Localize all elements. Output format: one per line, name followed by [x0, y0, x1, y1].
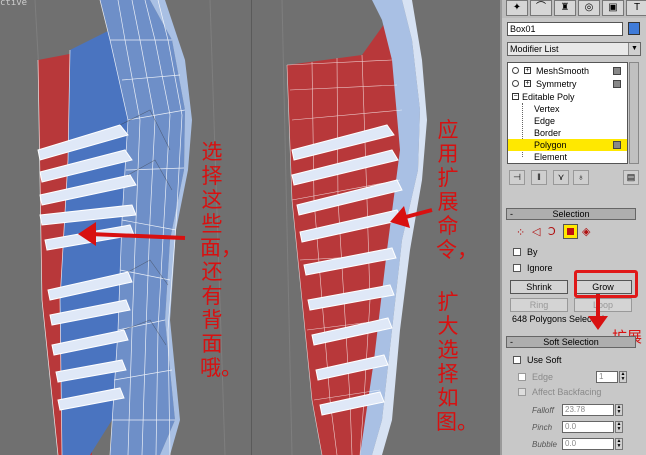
stack-item-meshsmooth[interactable]: + MeshSmooth: [508, 65, 627, 77]
viewport-left[interactable]: ctive 选择这些面，还有背面哦。: [0, 0, 252, 455]
use-soft-selection-checkbox[interactable]: [513, 356, 521, 364]
command-panel: ✦ ⌒ ♜ ◎ ▣ T Box01 Modifier List ▼ + Mesh…: [500, 0, 646, 455]
expand-icon[interactable]: +: [524, 67, 531, 74]
configure-modifier-sets-icon[interactable]: ▤: [623, 170, 639, 185]
utilities-tab-icon[interactable]: T: [626, 0, 646, 16]
edge-select-icon[interactable]: ◁: [532, 225, 540, 238]
annotation-apply-grow: 应用扩展命令，: [436, 118, 478, 262]
stack-item-polygon[interactable]: Polygon: [508, 139, 627, 151]
ignore-label: Ignore: [527, 263, 553, 273]
by-vertex-checkbox[interactable]: [513, 248, 521, 256]
mesh-right: [281, 0, 433, 455]
edge-distance-spinner[interactable]: 1: [596, 371, 618, 383]
hierarchy-tab-icon[interactable]: ♜: [554, 0, 576, 16]
falloff-spinner[interactable]: 23.78: [562, 404, 614, 416]
edge-distance-label: Edge: [532, 372, 554, 382]
stack-toolbar: ⊣ ‖ ⋎ ♁ ▤: [507, 170, 641, 186]
show-end-result-icon: [613, 67, 621, 75]
stack-item-edge[interactable]: Edge: [508, 115, 627, 127]
polygon-select-icon[interactable]: [563, 224, 578, 239]
make-unique-icon[interactable]: ⋎: [553, 170, 569, 185]
stack-scrollbar[interactable]: [629, 62, 639, 164]
affect-backfacing-label: Affect Backfacing: [532, 387, 602, 397]
expand-icon[interactable]: +: [524, 80, 531, 87]
spinner-arrows-icon[interactable]: ▲ ▼: [615, 421, 623, 433]
shrink-button[interactable]: Shrink: [510, 280, 568, 294]
falloff-label: Falloff: [532, 406, 554, 415]
stack-item-border[interactable]: Border: [508, 127, 627, 139]
border-select-icon[interactable]: Ↄ: [548, 225, 556, 238]
ignore-backfacing-checkbox[interactable]: [513, 264, 521, 272]
show-end-result-icon: [613, 80, 621, 88]
object-name-field[interactable]: Box01: [507, 22, 623, 36]
affect-backfacing-checkbox[interactable]: [518, 388, 526, 396]
arrow-down-annotation: [588, 294, 608, 330]
spinner-arrows-icon[interactable]: ▲ ▼: [615, 404, 623, 416]
annotation-expand-selection: 扩大选择如图。: [436, 290, 478, 434]
bubble-label: Bubble: [532, 440, 557, 449]
stack-item-vertex[interactable]: Vertex: [508, 103, 627, 115]
motion-tab-icon[interactable]: ◎: [578, 0, 600, 16]
chevron-down-icon: ▼: [628, 43, 640, 55]
stack-item-editable-poly[interactable]: − Editable Poly: [508, 91, 627, 103]
show-end-result-icon: [613, 141, 621, 149]
edge-distance-checkbox[interactable]: [518, 373, 526, 381]
lightbulb-icon[interactable]: [512, 67, 519, 74]
modifier-stack[interactable]: + MeshSmooth + Symmetry − Editable Poly …: [507, 62, 628, 164]
by-label: By: [527, 247, 538, 257]
spinner-arrows-icon[interactable]: ▲ ▼: [619, 371, 627, 383]
ring-button[interactable]: Ring: [510, 298, 568, 312]
pinch-spinner[interactable]: 0.0: [562, 421, 614, 433]
lightbulb-icon[interactable]: [512, 80, 519, 87]
pin-stack-icon[interactable]: ⊣: [509, 170, 525, 185]
viewport-right[interactable]: 应用扩展命令， 扩大选择如图。: [252, 0, 500, 455]
show-end-result-toggle-icon[interactable]: ‖: [531, 170, 547, 185]
modifier-list-dropdown[interactable]: Modifier List ▼: [507, 42, 641, 56]
remove-modifier-icon[interactable]: ♁: [573, 170, 589, 185]
annotation-select-faces: 选择这些面，还有背面哦。: [200, 140, 242, 380]
create-tab-icon[interactable]: ✦: [506, 0, 528, 16]
display-tab-icon[interactable]: ▣: [602, 0, 624, 16]
vertex-select-icon[interactable]: ⁘: [516, 226, 525, 239]
subobject-selection-icons: ⁘ ◁ Ↄ ◈: [516, 224, 616, 242]
object-color-swatch[interactable]: [628, 22, 640, 35]
pinch-label: Pinch: [532, 423, 553, 432]
soft-selection-rollout-header[interactable]: - Soft Selection: [506, 336, 636, 348]
modifier-list-label: Modifier List: [510, 44, 559, 54]
selection-rollout-header[interactable]: - Selection: [506, 208, 636, 220]
panel-tabs: ✦ ⌒ ♜ ◎ ▣ T: [502, 0, 646, 18]
stack-item-symmetry[interactable]: + Symmetry: [508, 78, 627, 90]
stack-item-element[interactable]: Element: [508, 151, 627, 163]
spinner-arrows-icon[interactable]: ▲ ▼: [615, 438, 623, 450]
bubble-spinner[interactable]: 0.0: [562, 438, 614, 450]
modify-tab-icon[interactable]: ⌒: [530, 0, 552, 16]
use-soft-label: Use Soft: [527, 355, 562, 365]
collapse-icon[interactable]: −: [512, 93, 519, 100]
element-select-icon[interactable]: ◈: [582, 225, 590, 238]
